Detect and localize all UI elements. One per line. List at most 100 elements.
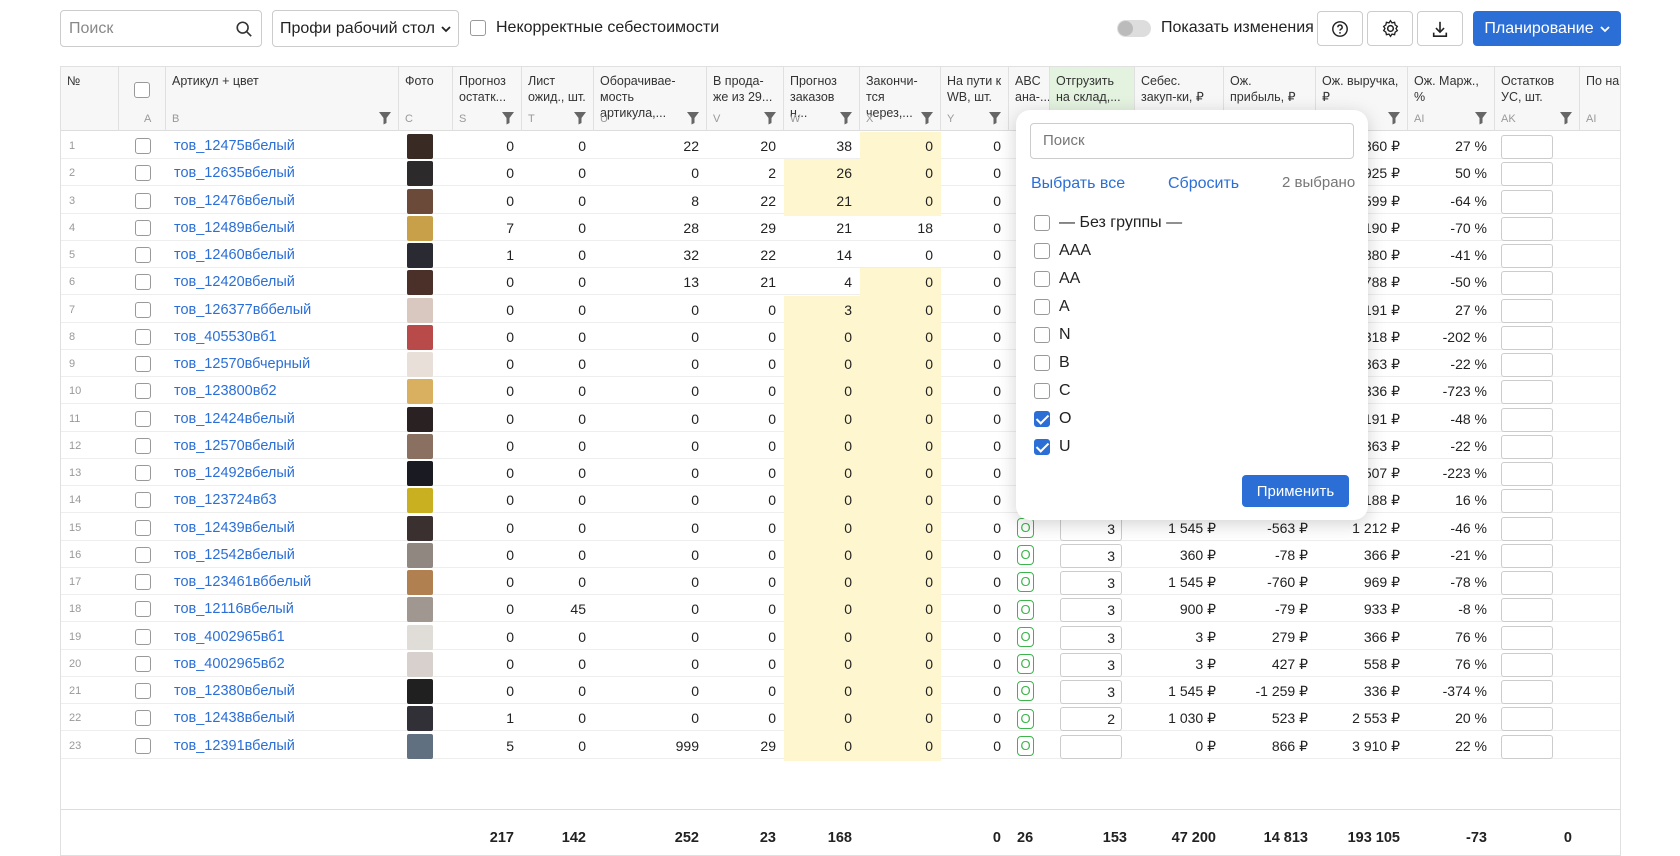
ship-quantity-input[interactable]: 3 [1060, 625, 1122, 650]
apply-button[interactable]: Применить [1242, 475, 1349, 507]
row-checkbox[interactable] [135, 410, 151, 427]
filter-icon[interactable] [573, 111, 587, 125]
filter-icon[interactable] [686, 111, 700, 125]
sku-link[interactable]: тов_126377вббелый [166, 296, 399, 325]
sku-link[interactable]: тов_12424вбелый [166, 405, 399, 434]
select-all-link[interactable]: Выбрать все [1031, 175, 1125, 193]
row-checkbox[interactable] [135, 274, 151, 291]
toggle-switch[interactable] [1117, 19, 1151, 37]
filter-icon[interactable] [1387, 111, 1401, 125]
filter-option[interactable]: A [1034, 298, 1070, 316]
product-thumbnail[interactable] [407, 215, 433, 241]
sku-link[interactable]: тов_4002965вб2 [166, 650, 399, 679]
filter-option-checkbox[interactable] [1034, 271, 1050, 287]
filter-option-checkbox[interactable] [1034, 243, 1050, 259]
stock-us-input[interactable] [1501, 325, 1553, 350]
filter-option[interactable]: O [1034, 410, 1071, 428]
stock-us-input[interactable] [1501, 652, 1553, 677]
filter-option-checkbox[interactable] [1034, 215, 1050, 231]
product-thumbnail[interactable] [407, 270, 433, 296]
stock-us-input[interactable] [1501, 244, 1553, 268]
incorrect-cost-checkbox[interactable] [470, 20, 486, 36]
filter-option-checkbox[interactable] [1034, 411, 1050, 427]
sku-link[interactable]: тов_12420вбелый [166, 268, 399, 297]
row-checkbox[interactable] [135, 519, 151, 536]
product-thumbnail[interactable] [407, 570, 433, 595]
row-checkbox[interactable] [135, 655, 151, 672]
stock-us-input[interactable] [1501, 298, 1553, 323]
stock-us-input[interactable] [1501, 434, 1553, 459]
stock-us-input[interactable] [1501, 734, 1553, 759]
row-checkbox[interactable] [135, 574, 151, 590]
sku-link[interactable]: тов_12570вбчерный [166, 350, 399, 379]
row-checkbox[interactable] [135, 492, 151, 509]
row-checkbox[interactable] [135, 683, 151, 699]
filter-icon[interactable] [920, 111, 934, 125]
product-thumbnail[interactable] [407, 134, 433, 159]
row-checkbox[interactable] [135, 601, 151, 618]
filter-search-input[interactable]: Поиск [1030, 123, 1354, 159]
filter-option-checkbox[interactable] [1034, 355, 1050, 371]
product-thumbnail[interactable] [407, 515, 433, 541]
sku-link[interactable]: тов_12439вбелый [166, 514, 399, 543]
product-thumbnail[interactable] [407, 406, 433, 432]
row-checkbox[interactable] [135, 138, 151, 154]
filter-icon[interactable] [839, 111, 853, 125]
stock-us-input[interactable] [1501, 380, 1553, 405]
ship-quantity-input[interactable]: 3 [1060, 571, 1122, 595]
filter-icon[interactable] [988, 111, 1002, 125]
row-checkbox[interactable] [135, 383, 151, 400]
row-checkbox[interactable] [135, 437, 151, 454]
stock-us-input[interactable] [1501, 516, 1553, 541]
product-thumbnail[interactable] [407, 651, 433, 677]
stock-us-input[interactable] [1501, 216, 1553, 241]
sku-link[interactable]: тов_123724вб3 [166, 486, 399, 515]
product-thumbnail[interactable] [407, 461, 433, 486]
row-checkbox[interactable] [135, 628, 151, 645]
filter-option[interactable]: B [1034, 354, 1070, 372]
row-checkbox[interactable] [135, 546, 151, 563]
product-thumbnail[interactable] [407, 188, 433, 214]
stock-us-input[interactable] [1501, 353, 1553, 377]
stock-us-input[interactable] [1501, 462, 1553, 486]
stock-us-input[interactable] [1501, 625, 1553, 650]
stock-us-input[interactable] [1501, 162, 1553, 187]
row-checkbox[interactable] [135, 465, 151, 481]
settings-button[interactable] [1367, 11, 1413, 46]
row-checkbox[interactable] [135, 301, 151, 318]
sku-link[interactable]: тов_12542вбелый [166, 541, 399, 570]
filter-icon[interactable] [1474, 111, 1488, 125]
filter-option[interactable]: AA [1034, 270, 1080, 288]
row-checkbox[interactable] [135, 247, 151, 263]
stock-us-input[interactable] [1501, 543, 1553, 568]
product-thumbnail[interactable] [407, 352, 433, 377]
sku-link[interactable]: тов_12391вбелый [166, 732, 399, 761]
row-checkbox[interactable] [135, 356, 151, 372]
sku-link[interactable]: тов_12489вбелый [166, 214, 399, 243]
product-thumbnail[interactable] [407, 488, 433, 514]
ship-quantity-input[interactable]: 2 [1060, 707, 1122, 732]
show-changes-toggle[interactable]: Показать изменения [1117, 19, 1314, 37]
sku-link[interactable]: тов_12438вбелый [166, 704, 399, 733]
product-thumbnail[interactable] [407, 324, 433, 350]
select-all-checkbox[interactable] [134, 82, 150, 98]
filter-option[interactable]: — Без группы — [1034, 214, 1182, 232]
reset-link[interactable]: Сбросить [1168, 175, 1239, 193]
sku-link[interactable]: тов_123461вббелый [166, 568, 399, 597]
row-checkbox[interactable] [135, 219, 151, 236]
row-checkbox[interactable] [135, 165, 151, 182]
product-thumbnail[interactable] [407, 597, 433, 623]
download-button[interactable] [1417, 11, 1463, 46]
product-thumbnail[interactable] [407, 433, 433, 459]
filter-icon[interactable] [763, 111, 777, 125]
filter-icon[interactable] [378, 111, 392, 125]
row-checkbox[interactable] [135, 737, 151, 754]
help-button[interactable] [1317, 11, 1363, 46]
product-thumbnail[interactable] [407, 379, 433, 405]
desk-dropdown[interactable]: Профи рабочий стол [272, 10, 459, 47]
stock-us-input[interactable] [1501, 680, 1553, 704]
filter-icon[interactable] [501, 111, 515, 125]
ship-quantity-input[interactable]: 3 [1060, 516, 1122, 541]
product-thumbnail[interactable] [407, 706, 433, 732]
stock-us-input[interactable] [1501, 489, 1553, 514]
